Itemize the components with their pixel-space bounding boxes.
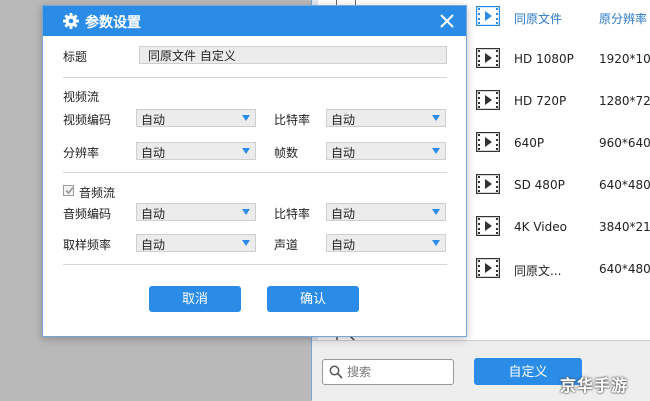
resolution-label: 分辨率: [63, 146, 100, 160]
settings-dialog: 参数设置 标题 视频流 视频编码 自动 比特率 自动 分辨率 自动 帧数 自动 …: [42, 5, 467, 337]
dropdown-arrow-icon: [432, 115, 440, 121]
preset-resolution: 640*480: [599, 178, 650, 192]
preset-name: SD 480P: [514, 178, 565, 192]
channel-label: 声道: [274, 238, 299, 252]
cancel-button[interactable]: 取消: [149, 286, 241, 312]
close-icon[interactable]: [439, 13, 455, 29]
select-value: 自动: [331, 146, 356, 160]
framerate-select[interactable]: 自动: [326, 142, 446, 160]
preset-resolution: 640*480: [599, 262, 650, 276]
dropdown-arrow-icon: [432, 209, 440, 215]
dropdown-arrow-icon: [432, 148, 440, 154]
preset-resolution: 960*640: [599, 136, 650, 150]
audio-enabled-checkbox[interactable]: [63, 185, 74, 196]
dropdown-arrow-icon: [242, 115, 250, 121]
preset-name: 4K Video: [514, 220, 567, 234]
divider: [63, 77, 447, 78]
select-value: 自动: [331, 113, 356, 127]
video-bitrate-label: 比特率: [274, 113, 311, 127]
preset-name: HD 720P: [514, 94, 567, 108]
video-section-label: 视频流: [63, 90, 100, 104]
confirm-button[interactable]: 确认: [267, 286, 359, 312]
title-input[interactable]: [139, 46, 447, 64]
preset-resolution: 1920*108: [599, 52, 650, 66]
video-codec-select[interactable]: 自动: [136, 109, 256, 127]
film-icon: [476, 6, 500, 26]
samplerate-label: 取样频率: [63, 238, 112, 252]
film-icon: [476, 258, 500, 278]
dropdown-arrow-icon: [242, 148, 250, 154]
search-box[interactable]: [322, 359, 454, 385]
audio-codec-label: 音频编码: [63, 207, 112, 221]
search-icon: [329, 365, 343, 379]
preset-name: HD 1080P: [514, 52, 574, 66]
audio-section-label: 音频流: [79, 186, 116, 200]
film-icon: [476, 90, 500, 110]
preset-resolution: 3840*216: [599, 220, 650, 234]
dialog-title-bar[interactable]: 参数设置: [43, 6, 466, 36]
film-icon: [476, 216, 500, 236]
title-label: 标题: [63, 50, 88, 64]
video-bitrate-select[interactable]: 自动: [326, 109, 446, 127]
select-value: 自动: [141, 238, 166, 252]
framerate-label: 帧数: [274, 146, 299, 160]
samplerate-select[interactable]: 自动: [136, 234, 256, 252]
preset-name: 640P: [514, 136, 545, 150]
select-value: 自动: [141, 207, 166, 221]
preset-name: 同原文件: [514, 12, 563, 26]
dropdown-arrow-icon: [242, 209, 250, 215]
gear-icon: [63, 13, 79, 29]
film-icon: [476, 174, 500, 194]
film-icon: [476, 48, 500, 68]
dropdown-arrow-icon: [432, 240, 440, 246]
resolution-select[interactable]: 自动: [136, 142, 256, 160]
dropdown-arrow-icon: [242, 240, 250, 246]
preset-resolution: 原分辨率: [599, 12, 648, 26]
select-value: 自动: [141, 146, 166, 160]
preset-name: 同原文...: [514, 264, 562, 278]
audio-codec-select[interactable]: 自动: [136, 203, 256, 221]
divider: [63, 172, 447, 173]
select-value: 自动: [141, 113, 166, 127]
watermark-text: 京华手游: [560, 376, 629, 395]
preset-resolution: 1280*720: [599, 94, 650, 108]
film-icon: [476, 132, 500, 152]
audio-bitrate-select[interactable]: 自动: [326, 203, 446, 221]
audio-bitrate-label: 比特率: [274, 207, 311, 221]
checkmark-icon: [65, 186, 74, 195]
select-value: 自动: [331, 238, 356, 252]
select-value: 自动: [331, 207, 356, 221]
dialog-title: 参数设置: [85, 15, 141, 31]
search-input[interactable]: [347, 362, 447, 382]
divider: [63, 264, 447, 265]
video-codec-label: 视频编码: [63, 113, 112, 127]
channel-select[interactable]: 自动: [326, 234, 446, 252]
